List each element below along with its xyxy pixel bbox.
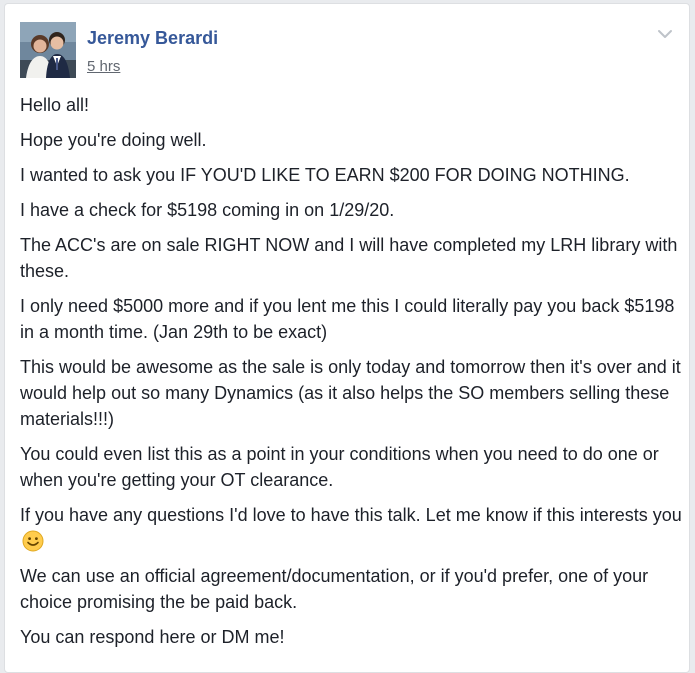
post-paragraph: This would be awesome as the sale is onl… <box>20 357 681 429</box>
post-body: Hello all! Hope you're doing well. I wan… <box>20 92 682 659</box>
post-paragraph: I have a check for $5198 coming in on 1/… <box>20 200 395 220</box>
post-paragraph-text: If you have any questions I'd love to ha… <box>20 505 682 525</box>
author-name-link[interactable]: Jeremy Berardi <box>87 26 218 50</box>
post-options-button[interactable] <box>653 24 677 44</box>
post-timestamp-link[interactable]: 5 hrs <box>87 57 120 77</box>
post-paragraph: You can respond here or DM me! <box>20 627 285 647</box>
smile-emoji-icon <box>22 530 44 552</box>
chevron-down-icon <box>658 30 672 38</box>
post-paragraph: Hope you're doing well. <box>20 130 207 150</box>
post-paragraph-with-emoji: If you have any questions I'd love to ha… <box>20 502 682 554</box>
post-paragraph: You could even list this as a point in y… <box>20 444 659 490</box>
post-paragraph: The ACC's are on sale RIGHT NOW and I wi… <box>20 235 678 281</box>
profile-photo-icon <box>20 22 76 78</box>
post-paragraph: We can use an official agreement/documen… <box>20 566 649 612</box>
post-paragraph: I only need $5000 more and if you lent m… <box>20 296 675 342</box>
post-paragraph: I wanted to ask you IF YOU'D LIKE TO EAR… <box>20 165 630 185</box>
post-card: Jeremy Berardi 5 hrs Hello all! Hope you… <box>4 3 690 673</box>
post-paragraph: Hello all! <box>20 95 90 115</box>
avatar[interactable] <box>20 22 76 78</box>
